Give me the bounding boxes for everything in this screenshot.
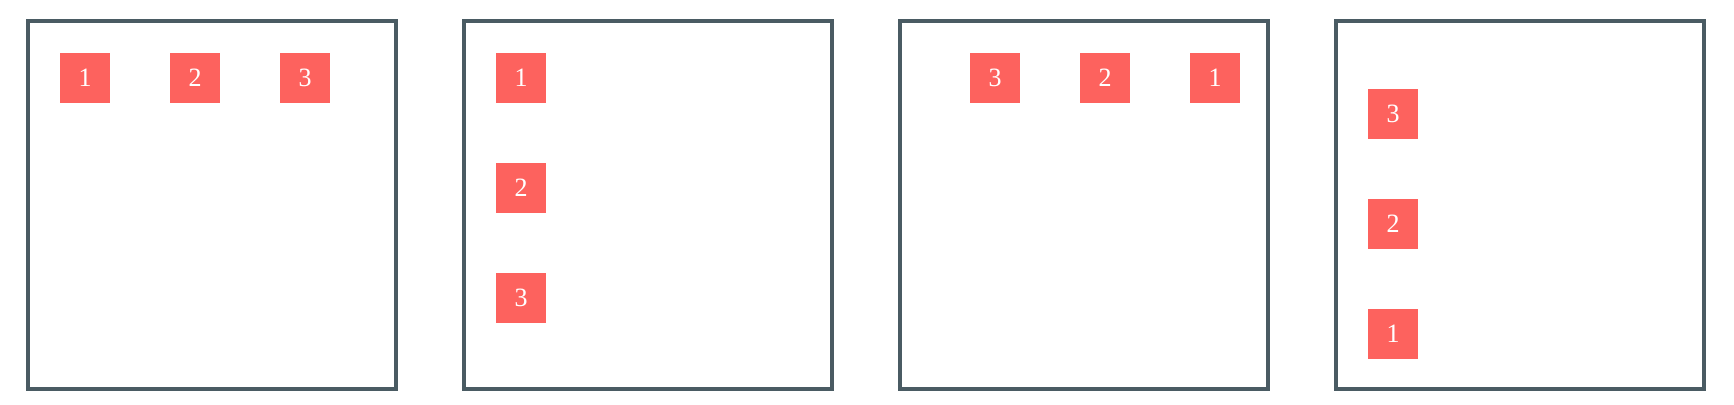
flex-item-3: 3 bbox=[496, 273, 546, 323]
flex-item-2: 2 bbox=[1368, 199, 1418, 249]
flex-item-2: 2 bbox=[496, 163, 546, 213]
flex-item-1: 1 bbox=[60, 53, 110, 103]
panel-2: 1 2 3 bbox=[462, 19, 834, 391]
panel-4: 1 2 3 bbox=[1334, 19, 1706, 391]
flex-item-3: 3 bbox=[280, 53, 330, 103]
flex-item-3: 3 bbox=[1368, 89, 1418, 139]
flex-item-3: 3 bbox=[970, 53, 1020, 103]
flex-item-2: 2 bbox=[170, 53, 220, 103]
flex-item-2: 2 bbox=[1080, 53, 1130, 103]
flex-item-1: 1 bbox=[1190, 53, 1240, 103]
flex-item-1: 1 bbox=[1368, 309, 1418, 359]
panel-1: 1 2 3 bbox=[26, 19, 398, 391]
flex-item-1: 1 bbox=[496, 53, 546, 103]
panel-3: 1 2 3 bbox=[898, 19, 1270, 391]
